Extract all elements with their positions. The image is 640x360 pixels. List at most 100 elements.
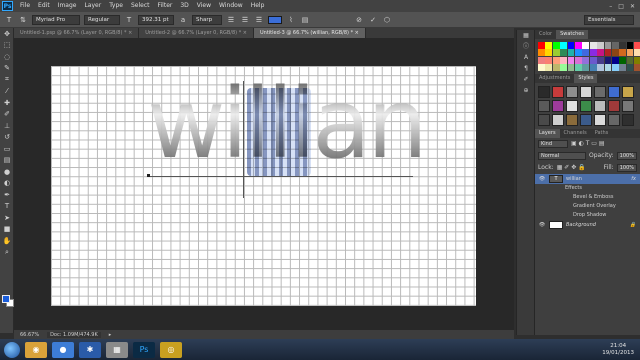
eraser-tool-icon[interactable]: ▭ [0, 143, 14, 155]
cancel-edits-icon[interactable]: ⊘ [354, 15, 364, 25]
color-swatch[interactable] [604, 49, 612, 57]
style-preset[interactable] [538, 85, 550, 98]
tab-color[interactable]: Color [535, 30, 556, 39]
menu-filter[interactable]: Filter [154, 0, 177, 12]
menu-help[interactable]: Help [247, 0, 269, 12]
taskbar-app-bluetooth[interactable]: ✱ [79, 341, 101, 358]
layer-name[interactable]: Background [566, 222, 596, 228]
color-swatch[interactable] [574, 42, 582, 49]
style-preset[interactable] [566, 99, 578, 112]
color-swatch[interactable] [611, 56, 619, 64]
marquee-tool-icon[interactable]: ⬚ [0, 40, 14, 52]
menu-type[interactable]: Type [105, 0, 127, 12]
color-swatch[interactable] [567, 49, 575, 57]
style-preset[interactable] [566, 113, 578, 126]
close-button[interactable]: ✕ [630, 3, 635, 10]
style-preset[interactable] [594, 85, 606, 98]
visibility-eye-icon[interactable]: 👁 [538, 222, 546, 228]
taskbar-app-media[interactable]: ◎ [160, 341, 182, 358]
style-preset[interactable] [552, 113, 564, 126]
taskbar-app-explorer[interactable]: ◉ [25, 341, 47, 358]
color-swatch[interactable] [545, 42, 553, 49]
style-preset[interactable] [622, 99, 634, 112]
move-tool-icon[interactable]: ✥ [0, 28, 14, 40]
color-picker[interactable] [2, 295, 14, 307]
gradient-tool-icon[interactable]: ▤ [0, 155, 14, 167]
color-swatch[interactable] [552, 56, 560, 64]
color-swatch[interactable] [619, 42, 627, 49]
tab-adjustments[interactable]: Adjustments [535, 74, 574, 83]
align-center-icon[interactable]: ☰ [240, 15, 250, 25]
hand-tool-icon[interactable]: ✋ [0, 235, 14, 247]
layer-row-willian[interactable]: 👁 T willian fx [535, 173, 640, 184]
color-swatch[interactable] [574, 49, 582, 57]
color-swatch[interactable] [597, 42, 604, 49]
style-preset[interactable] [580, 99, 592, 112]
text-color-swatch[interactable] [268, 15, 282, 24]
menu-file[interactable]: File [16, 0, 34, 12]
color-swatch[interactable] [634, 56, 640, 64]
effect-gradient-overlay[interactable]: Gradient Overlay [535, 202, 640, 211]
color-swatch[interactable] [604, 42, 612, 49]
tab-swatches[interactable]: Swatches [556, 30, 588, 39]
color-swatch[interactable] [611, 42, 619, 49]
color-swatch[interactable] [626, 64, 634, 71]
color-swatch[interactable] [560, 42, 567, 49]
color-swatch[interactable] [626, 56, 634, 64]
dodge-tool-icon[interactable]: ◐ [0, 178, 14, 190]
effect-drop-shadow[interactable]: Drop Shadow [535, 211, 640, 220]
color-swatch[interactable] [619, 64, 627, 71]
tab-layers[interactable]: Layers [535, 128, 560, 138]
tab-styles[interactable]: Styles [574, 73, 598, 83]
color-swatch[interactable] [604, 64, 612, 71]
color-swatch[interactable] [560, 49, 567, 57]
pen-tool-icon[interactable]: ✒ [0, 189, 14, 201]
color-swatch[interactable] [626, 42, 634, 49]
brush-tool-icon[interactable]: ✐ [0, 109, 14, 121]
clone-source-panel-icon[interactable]: ⊕ [517, 85, 535, 96]
font-size-select[interactable]: 392.31 pt [138, 14, 174, 25]
zoom-tool-icon[interactable]: ⌕ [0, 247, 14, 259]
style-preset[interactable] [580, 85, 592, 98]
color-swatch[interactable] [552, 64, 560, 71]
path-select-tool-icon[interactable]: ➤ [0, 212, 14, 224]
brush-panel-icon[interactable]: ✐ [517, 74, 535, 85]
color-swatch[interactable] [589, 49, 597, 57]
eyedropper-tool-icon[interactable]: ⁄ [0, 86, 14, 98]
color-swatch[interactable] [538, 49, 545, 57]
style-preset[interactable] [622, 85, 634, 98]
style-preset[interactable] [608, 85, 620, 98]
color-swatch[interactable] [604, 56, 612, 64]
workspace-select[interactable]: Essentials [584, 14, 634, 25]
baseline-handle[interactable] [147, 174, 150, 177]
color-swatch[interactable] [626, 49, 634, 57]
tab-channels[interactable]: Channels [560, 129, 591, 138]
tab-untitled-3[interactable]: Untitled-3 @ 66.7% (willian, RGB/8) * × [253, 28, 366, 38]
history-panel-icon[interactable]: ▦ [517, 30, 535, 41]
character-panel-icon[interactable]: A [517, 52, 535, 63]
color-swatch[interactable] [538, 64, 545, 71]
minimize-button[interactable]: – [609, 3, 612, 10]
foreground-color-swatch[interactable] [2, 295, 10, 303]
color-swatch[interactable] [582, 49, 590, 57]
color-swatch[interactable] [538, 42, 545, 49]
align-right-icon[interactable]: ☰ [254, 15, 264, 25]
antialias-select[interactable]: Sharp [192, 14, 222, 25]
status-arrow-icon[interactable]: ▸ [109, 332, 112, 338]
color-swatch[interactable] [545, 49, 553, 57]
blur-tool-icon[interactable]: ● [0, 166, 14, 178]
color-swatch[interactable] [589, 64, 597, 71]
color-swatch[interactable] [567, 42, 575, 49]
menu-layer[interactable]: Layer [80, 0, 105, 12]
start-button[interactable] [4, 341, 20, 358]
color-swatch[interactable] [634, 64, 640, 71]
color-swatch[interactable] [634, 49, 640, 57]
color-swatch[interactable] [567, 64, 575, 71]
color-swatch[interactable] [589, 56, 597, 64]
style-preset[interactable] [580, 113, 592, 126]
color-swatch[interactable] [552, 49, 560, 57]
system-clock[interactable]: 21:04 19/01/2013 [602, 343, 640, 357]
3d-text-icon[interactable]: ⬡ [382, 15, 392, 25]
maximize-button[interactable]: □ [618, 3, 624, 10]
properties-panel-icon[interactable]: ⓘ [517, 41, 535, 52]
